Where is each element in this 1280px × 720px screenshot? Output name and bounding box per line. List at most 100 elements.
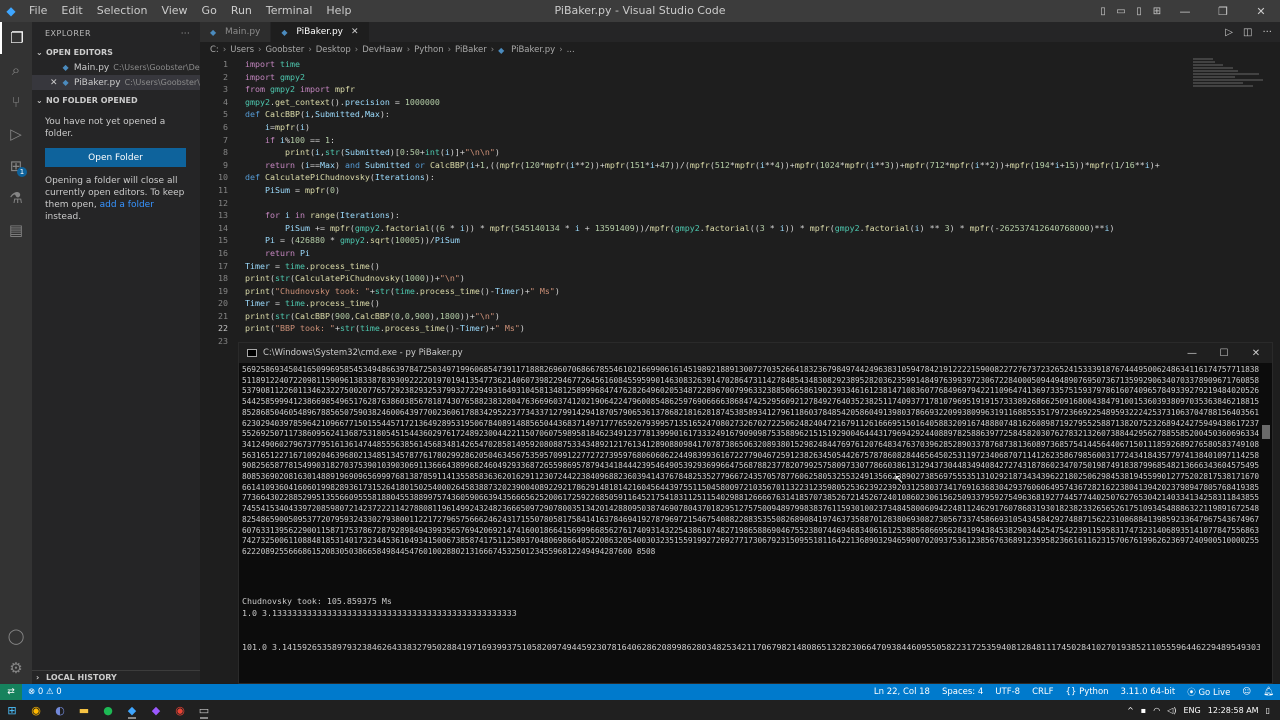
wifi-icon[interactable]: ◠ bbox=[1153, 706, 1160, 715]
indentation[interactable]: Spaces: 4 bbox=[936, 687, 989, 697]
cmd-taskbar-icon[interactable]: ▭ bbox=[192, 700, 216, 720]
breadcrumb-item[interactable]: DevHaaw bbox=[362, 45, 403, 55]
add-folder-link[interactable]: add a folder bbox=[100, 200, 154, 210]
editor-tabs: ◆ Main.py ◆ PiBaker.py ✕ ▷ ◫ ··· bbox=[200, 22, 1280, 42]
cmd-window[interactable]: C:\Windows\System32\cmd.exe - py PiBaker… bbox=[238, 342, 1273, 684]
local-history-section[interactable]: › LOCAL HISTORY bbox=[32, 670, 200, 684]
line-number: 3 bbox=[223, 84, 228, 95]
open-editor-main[interactable]: ◆ Main.py C:\Users\Goobster\Desk... bbox=[32, 60, 200, 75]
toggle-panel-icon[interactable]: ▭ bbox=[1112, 0, 1130, 22]
cursor-position[interactable]: Ln 22, Col 18 bbox=[868, 687, 936, 697]
language-mode[interactable]: {} Python bbox=[1060, 687, 1115, 697]
toggle-secondary-sidebar-icon[interactable]: ▯ bbox=[1130, 0, 1148, 22]
cmd-minimize-button[interactable]: — bbox=[1176, 343, 1208, 363]
remote-icon[interactable]: ⇄ bbox=[0, 684, 22, 700]
line-number: 14 bbox=[218, 222, 228, 233]
taskbar: ⊞ ◉ ◐ ▬ ● ◆ ◆ ◉ ▭ ^ ▪ ◠ ◁) ENG 12:28:58 … bbox=[0, 700, 1280, 720]
breadcrumb-item[interactable]: Users bbox=[230, 45, 254, 55]
close-button[interactable]: ✕ bbox=[1242, 0, 1280, 22]
cmd-scrollbar[interactable] bbox=[1262, 425, 1270, 439]
volume-icon[interactable]: ◁) bbox=[1167, 706, 1176, 715]
browser-icon[interactable]: ◉ bbox=[168, 700, 192, 720]
cmd-maximize-button[interactable]: ☐ bbox=[1208, 343, 1240, 363]
problems-indicator[interactable]: ⊗ 0 ⚠ 0 bbox=[22, 687, 68, 697]
menu-edit[interactable]: Edit bbox=[54, 0, 89, 22]
menu-help[interactable]: Help bbox=[319, 0, 358, 22]
file-explorer-icon[interactable]: ▬ bbox=[72, 700, 96, 720]
vscode-taskbar-icon[interactable]: ◆ bbox=[120, 700, 144, 720]
go-live-button[interactable]: ⦿ Go Live bbox=[1181, 686, 1236, 698]
close-icon[interactable]: ✕ bbox=[351, 27, 359, 37]
line-number: 4 bbox=[223, 96, 228, 107]
more-actions-icon[interactable]: ··· bbox=[181, 29, 190, 38]
open-folder-button[interactable]: Open Folder bbox=[45, 148, 186, 167]
remote-explorer-icon[interactable]: ▤ bbox=[0, 214, 32, 246]
run-icon[interactable]: ▷ bbox=[1225, 27, 1233, 38]
breadcrumb-item[interactable]: Python bbox=[414, 45, 443, 55]
tray-chevron-icon[interactable]: ^ bbox=[1127, 706, 1134, 715]
run-debug-icon[interactable]: ▷ bbox=[0, 118, 32, 150]
menu-bar: File Edit Selection View Go Run Terminal… bbox=[22, 0, 358, 22]
minimap[interactable] bbox=[1193, 58, 1269, 92]
spotify-icon[interactable]: ● bbox=[96, 700, 120, 720]
open-editor-pibaker[interactable]: ✕ ◆ PiBaker.py C:\Users\Goobster\D... bbox=[32, 75, 200, 90]
manage-gear-icon[interactable]: ⚙ bbox=[0, 652, 32, 684]
cmd-close-button[interactable]: ✕ bbox=[1240, 343, 1272, 363]
line-ending[interactable]: CRLF bbox=[1026, 687, 1059, 697]
breadcrumb-item[interactable]: PiBaker.py bbox=[511, 45, 555, 55]
menu-file[interactable]: File bbox=[22, 0, 54, 22]
start-icon[interactable]: ⊞ bbox=[0, 700, 24, 720]
close-icon[interactable]: ✕ bbox=[50, 78, 58, 88]
line-number: 17 bbox=[218, 260, 228, 271]
vscode-icon: ◆ bbox=[6, 4, 16, 18]
toggle-sidebar-icon[interactable]: ▯ bbox=[1094, 0, 1112, 22]
menu-run[interactable]: Run bbox=[224, 0, 259, 22]
breadcrumb-item[interactable]: ... bbox=[567, 45, 575, 55]
close-editors-note: Opening a folder will close all currentl… bbox=[32, 175, 200, 223]
tab-pibaker[interactable]: ◆ PiBaker.py ✕ bbox=[271, 22, 370, 42]
split-editor-icon[interactable]: ◫ bbox=[1243, 27, 1252, 38]
source-control-icon[interactable]: ⑂ bbox=[0, 86, 32, 118]
search-icon[interactable]: ⌕ bbox=[0, 54, 32, 86]
python-interpreter[interactable]: 3.11.0 64-bit bbox=[1115, 687, 1182, 697]
breadcrumb-item[interactable]: Desktop bbox=[316, 45, 351, 55]
minimize-button[interactable]: — bbox=[1166, 0, 1204, 22]
title-controls: ▯ ▭ ▯ ⊞ — ❐ ✕ bbox=[1094, 0, 1280, 22]
tray-app-icon[interactable]: ▪ bbox=[1141, 706, 1146, 715]
encoding[interactable]: UTF-8 bbox=[989, 687, 1026, 697]
chevron-right-icon: › bbox=[447, 45, 452, 55]
breadcrumb-item[interactable]: PiBaker bbox=[455, 45, 487, 55]
menu-go[interactable]: Go bbox=[195, 0, 224, 22]
accounts-icon[interactable]: ◯ bbox=[0, 620, 32, 652]
discord-icon[interactable]: ◐ bbox=[48, 700, 72, 720]
open-editors-section[interactable]: ⌄ OPEN EDITORS bbox=[32, 44, 200, 60]
explorer-icon[interactable]: ❐ bbox=[0, 22, 32, 54]
chrome-icon[interactable]: ◉ bbox=[24, 700, 48, 720]
mouse-cursor-icon: ↖ bbox=[894, 472, 905, 486]
code-line: 2 import gmpy2 bbox=[200, 71, 1190, 84]
more-actions-icon[interactable]: ··· bbox=[1262, 27, 1272, 38]
code-line: 19 print("Chudnovsky took: "+str(time.pro… bbox=[200, 285, 1190, 298]
testing-icon[interactable]: ⚗ bbox=[0, 182, 32, 214]
no-folder-section[interactable]: ⌄ NO FOLDER OPENED bbox=[32, 92, 200, 108]
menu-terminal[interactable]: Terminal bbox=[259, 0, 320, 22]
customize-layout-icon[interactable]: ⊞ bbox=[1148, 0, 1166, 22]
language-indicator[interactable]: ENG bbox=[1183, 706, 1200, 715]
notification-center-icon[interactable]: ▯ bbox=[1266, 706, 1270, 715]
visual-studio-icon[interactable]: ◆ bbox=[144, 700, 168, 720]
code-editor[interactable]: 1 import time 2 import gmpy2 3 from gmpy2 i… bbox=[200, 58, 1190, 348]
tab-main[interactable]: ◆ Main.py bbox=[200, 22, 272, 42]
menu-selection[interactable]: Selection bbox=[90, 0, 155, 22]
code-line: 20 Timer = time.process_time() bbox=[200, 297, 1190, 310]
clock[interactable]: 12:28:58 AM bbox=[1208, 706, 1259, 715]
notifications-icon[interactable]: 🔔︎ bbox=[1257, 687, 1280, 697]
breadcrumb-item[interactable]: C: bbox=[210, 45, 219, 55]
extensions-icon[interactable]: ⊞ 1 bbox=[0, 150, 32, 182]
broadcast-icon: ⦿ bbox=[1187, 688, 1196, 698]
breadcrumb-item[interactable]: Goobster bbox=[265, 45, 304, 55]
maximize-button[interactable]: ❐ bbox=[1204, 0, 1242, 22]
bbp-line-1: 1.0 3.1333333333333333333333333333333333… bbox=[242, 608, 517, 618]
status-bar: ⇄ ⊗ 0 ⚠ 0 Ln 22, Col 18 Spaces: 4 UTF-8 … bbox=[0, 684, 1280, 700]
menu-view[interactable]: View bbox=[154, 0, 194, 22]
feedback-icon[interactable]: ☺ bbox=[1236, 687, 1257, 697]
